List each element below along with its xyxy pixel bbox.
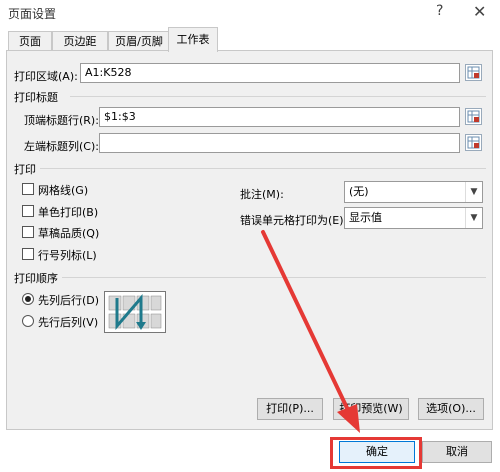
divider: [62, 277, 486, 278]
headings-label: 行号列标(L): [38, 249, 97, 262]
errors-value: 显示值: [349, 211, 382, 224]
range-picker-icon[interactable]: [465, 108, 482, 125]
print-area-input[interactable]: A1:K528: [80, 63, 460, 83]
page-order-section: 打印顺序: [14, 272, 58, 285]
comments-select[interactable]: (无) ▼: [344, 181, 483, 203]
options-button[interactable]: 选项(O)...: [418, 398, 484, 420]
mono-label: 单色打印(B): [38, 206, 99, 219]
tab-header-footer[interactable]: 页眉/页脚: [108, 31, 170, 51]
comments-label: 批注(M):: [240, 188, 284, 201]
print-section: 打印: [14, 163, 36, 176]
cols-to-repeat-input[interactable]: [99, 133, 460, 153]
page-order-preview-icon: [104, 291, 166, 333]
cancel-button[interactable]: 取消: [422, 441, 492, 463]
mono-checkbox[interactable]: [22, 205, 34, 217]
range-picker-icon[interactable]: [465, 64, 482, 81]
print-button[interactable]: 打印(P)...: [257, 398, 323, 420]
cols-to-repeat-label: 左端标题列(C):: [24, 140, 99, 153]
title-bar: [0, 0, 500, 24]
close-button[interactable]: ✕: [473, 2, 486, 21]
headings-checkbox[interactable]: [22, 248, 34, 260]
print-preview-button[interactable]: 打印预览(W): [333, 398, 409, 420]
gridlines-checkbox[interactable]: [22, 183, 34, 195]
divider: [70, 96, 486, 97]
errors-select[interactable]: 显示值 ▼: [344, 207, 483, 229]
draft-label: 草稿品质(Q): [38, 227, 100, 240]
over-then-down-radio[interactable]: [22, 315, 34, 327]
over-then-down-label: 先行后列(V): [38, 316, 99, 329]
draft-checkbox[interactable]: [22, 226, 34, 238]
gridlines-label: 网格线(G): [38, 184, 89, 197]
tab-page[interactable]: 页面: [8, 31, 52, 51]
tab-sheet[interactable]: 工作表: [168, 27, 218, 52]
down-then-over-label: 先列后行(D): [38, 294, 100, 307]
highlight-box: [330, 437, 422, 469]
rows-to-repeat-input[interactable]: $1:$3: [99, 107, 460, 127]
print-area-label: 打印区域(A):: [14, 70, 78, 83]
down-then-over-radio[interactable]: [22, 293, 34, 305]
comments-value: (无): [349, 185, 369, 198]
errors-label: 错误单元格打印为(E):: [240, 214, 348, 227]
help-button[interactable]: ?: [436, 3, 443, 19]
rows-to-repeat-label: 顶端标题行(R):: [24, 114, 99, 127]
chevron-down-icon: ▼: [465, 182, 482, 202]
chevron-down-icon: ▼: [465, 208, 482, 228]
range-picker-icon[interactable]: [465, 134, 482, 151]
tab-margins[interactable]: 页边距: [52, 31, 108, 51]
print-titles-section: 打印标题: [14, 91, 58, 104]
divider: [40, 168, 486, 169]
dialog-title: 页面设置: [8, 7, 57, 21]
